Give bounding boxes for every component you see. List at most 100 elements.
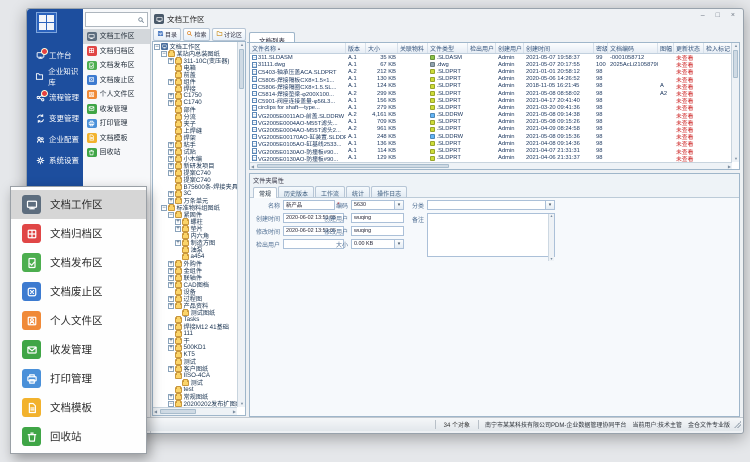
maximize-button[interactable]: □ [716, 12, 720, 20]
tree-item[interactable]: 测试图纸 [154, 309, 237, 316]
tree-item[interactable]: +焊接M12 41基础 [154, 323, 237, 330]
tree-expander[interactable]: + [175, 226, 181, 232]
properties-tab-工作流[interactable]: 工作流 [315, 186, 345, 197]
tree-item[interactable]: 油泵 [154, 246, 237, 253]
sidebar-item-process[interactable]: 流程管理 [27, 87, 83, 108]
tree-expander[interactable]: + [168, 93, 174, 99]
size-dropdown-button[interactable]: ▾ [395, 239, 404, 249]
tree-expander[interactable]: + [168, 366, 174, 372]
tree-expander[interactable]: − [168, 212, 174, 218]
tree-expander[interactable]: + [168, 198, 174, 204]
menu-item-personal[interactable]: 个人文件区 [11, 306, 146, 335]
tree-expander[interactable]: + [168, 282, 174, 288]
properties-tab-统计[interactable]: 统计 [346, 186, 370, 197]
tree-expander[interactable]: − [154, 44, 160, 50]
tree-expander[interactable]: + [168, 394, 174, 400]
tree-expander[interactable]: + [168, 191, 174, 197]
properties-tab-历史版本[interactable]: 历史版本 [278, 186, 314, 197]
tree-item[interactable]: +500KD1 [154, 344, 237, 351]
tree-expander[interactable]: + [168, 149, 174, 155]
sidebar-item-org[interactable]: 企业配置 [27, 129, 83, 150]
menu-item-trash[interactable]: 回收站 [83, 145, 150, 160]
tree-expander[interactable]: + [168, 324, 174, 330]
creator-field[interactable] [351, 213, 404, 223]
tree-item[interactable]: +C1750 [154, 92, 237, 99]
column-header[interactable]: 检入标记 [704, 43, 732, 53]
tree-vertical-scrollbar[interactable]: ▲ ▼ [237, 42, 245, 407]
menu-item-sendrecv[interactable]: 收发管理 [83, 102, 150, 117]
module-search-box[interactable] [85, 12, 148, 27]
size-field[interactable] [351, 239, 395, 249]
column-header[interactable]: 检出用户 [468, 43, 496, 53]
code-field[interactable] [351, 200, 395, 210]
tree-expander[interactable]: + [168, 268, 174, 274]
table-row[interactable]: C5901-阀座连接盖量-φ56L3...A.1156 KB.SLDPRTAdm… [250, 97, 732, 104]
tree-expander[interactable]: + [168, 303, 174, 309]
tree-expander[interactable]: + [168, 156, 174, 162]
remark-scrollbar[interactable]: ▲▼ [548, 214, 554, 261]
column-header[interactable]: 文件类型 [428, 43, 468, 53]
menu-item-template[interactable]: 文档模板 [11, 393, 146, 422]
tree-expander[interactable]: + [168, 275, 174, 281]
menu-item-template[interactable]: 文档模板 [83, 131, 150, 146]
tree-expander[interactable]: + [168, 296, 174, 302]
tree-expander[interactable]: − [161, 51, 167, 57]
table-row[interactable]: VG2005E0130AO-防撞板#90...A.1129 KB.SLDPRTA… [250, 155, 732, 162]
tree-horizontal-scrollbar[interactable]: ◀ ▶ [153, 407, 237, 415]
tree-expander[interactable]: − [161, 205, 167, 211]
sidebar-item-settings[interactable]: 系统设置 [27, 150, 83, 171]
properties-tab-操作日志[interactable]: 操作日志 [371, 186, 407, 197]
tree-item[interactable]: B75600条-焊接夹具 6 图纸 [154, 183, 237, 190]
search-input[interactable] [88, 16, 137, 24]
table-horizontal-scrollbar[interactable]: ◀ ▶ [250, 162, 732, 169]
toolbar-button-search[interactable]: 检索 [183, 28, 211, 41]
menu-item-printer[interactable]: 打印管理 [83, 116, 150, 131]
tree-item[interactable]: 111 [154, 330, 237, 337]
tree-item[interactable]: 焊接 [154, 85, 237, 92]
tree-expander[interactable]: + [168, 100, 174, 106]
menu-item-personal[interactable]: 个人文件区 [83, 87, 150, 102]
menu-item-publish[interactable]: 文档发布区 [11, 248, 146, 277]
category-field[interactable] [427, 200, 546, 210]
tree-expander[interactable]: + [175, 240, 181, 246]
tree-item[interactable]: +干 [154, 337, 237, 344]
column-header[interactable]: 密级 [594, 43, 608, 53]
tree-item[interactable]: 测试 [154, 379, 237, 386]
modifier-field[interactable] [351, 226, 404, 236]
remark-field[interactable] [427, 213, 555, 257]
tree-expander[interactable]: + [168, 345, 174, 351]
close-button[interactable]: × [731, 12, 735, 20]
tree-item[interactable]: +客户图纸 [154, 365, 237, 372]
column-header[interactable]: 图幅 [658, 43, 674, 53]
tree-expander[interactable]: − [168, 401, 174, 407]
tree-expander[interactable]: + [168, 142, 174, 148]
column-header[interactable]: 更新状态 [674, 43, 704, 53]
menu-item-stop[interactable]: 文档废止区 [11, 277, 146, 306]
toolbar-button-disk[interactable]: 目录 [153, 28, 181, 41]
menu-item-archive[interactable]: 文档归档区 [11, 219, 146, 248]
sidebar-item-workbench[interactable]: 工作台 [27, 45, 83, 66]
column-header[interactable]: 文件名称▲ [250, 43, 346, 53]
menu-item-publish[interactable]: 文档发布区 [83, 58, 150, 73]
sidebar-item-change[interactable]: 变更管理 [27, 108, 83, 129]
column-header[interactable]: 创建用户 [496, 43, 524, 53]
column-header[interactable]: 文档编码 [608, 43, 658, 53]
menu-item-stop[interactable]: 文档废止区 [83, 73, 150, 88]
column-header[interactable]: 创建时间 [524, 43, 594, 53]
toolbar-button-folder[interactable]: 讨论区 [212, 28, 246, 41]
menu-item-archive[interactable]: 文档归档区 [83, 44, 150, 59]
menu-item-trash[interactable]: 回收站 [11, 422, 146, 451]
table-row[interactable]: 311.SLDASMA.135 KB.SLDASMAdmin2021-05-07… [250, 54, 732, 61]
menu-item-monitor[interactable]: 文档工作区 [11, 190, 146, 219]
menu-item-monitor[interactable]: 文档工作区 [83, 29, 150, 44]
menu-item-sendrecv[interactable]: 收发管理 [11, 335, 146, 364]
menu-item-printer[interactable]: 打印管理 [11, 364, 146, 393]
column-header[interactable]: 关联物料 [398, 43, 428, 53]
minimize-button[interactable]: – [701, 12, 705, 20]
search-icon[interactable] [137, 11, 145, 29]
column-header[interactable]: 版本 [346, 43, 366, 53]
tree-expander[interactable]: + [168, 79, 174, 85]
properties-tab-常规[interactable]: 常规 [253, 187, 277, 198]
tree-expander[interactable]: + [168, 170, 174, 176]
tree-expander[interactable]: + [168, 261, 174, 267]
